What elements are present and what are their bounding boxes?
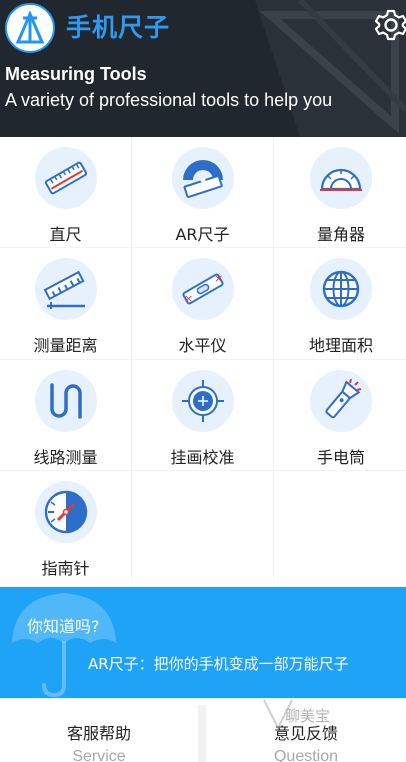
tool-label: 直尺 bbox=[49, 225, 82, 244]
tool-geo-area[interactable]: 地理面积 bbox=[274, 248, 406, 359]
service-label: 客服帮助 bbox=[66, 724, 131, 743]
tool-label: AR尺子 bbox=[175, 225, 230, 244]
bottom-bar: 客服帮助 Service 意见反馈 Question bbox=[0, 705, 406, 762]
tip-banner[interactable]: 你知道吗? AR尺子：把你的手机变成一部万能尺子 bbox=[0, 587, 406, 698]
feedback-label: 意见反馈 bbox=[273, 724, 338, 743]
tool-picture-calibration[interactable]: 挂画校准 bbox=[132, 360, 273, 470]
protractor-icon bbox=[320, 168, 362, 191]
settings-button[interactable] bbox=[374, 8, 406, 42]
tools-grid: 直尺 AR尺子 量角器 测量距离 × × 水平仪 地理面积 线路测量 挂画校准 … bbox=[0, 137, 406, 583]
service-help-button[interactable]: 客服帮助 Service bbox=[0, 705, 198, 762]
tool-label: 指南针 bbox=[41, 559, 90, 578]
tool-label: 量角器 bbox=[316, 225, 365, 244]
service-sublabel: Service bbox=[72, 748, 126, 762]
tool-label: 手电筒 bbox=[316, 448, 365, 467]
feedback-sublabel: Question bbox=[273, 748, 339, 762]
feedback-button[interactable]: 意见反馈 Question bbox=[206, 705, 406, 762]
did-you-know-label: 你知道吗? bbox=[27, 617, 100, 636]
app-logo bbox=[5, 3, 55, 53]
tool-label: 地理面积 bbox=[308, 336, 373, 355]
tool-label: 测量距离 bbox=[33, 336, 98, 355]
distance-measure-icon bbox=[43, 270, 85, 309]
ar-ruler-icon bbox=[182, 160, 223, 199]
route-icon bbox=[49, 383, 82, 419]
tool-flashlight[interactable]: 手电筒 bbox=[274, 360, 406, 470]
tool-route[interactable]: 线路测量 bbox=[0, 360, 131, 470]
tool-label: 线路测量 bbox=[33, 448, 98, 467]
flashlight-icon bbox=[325, 379, 362, 419]
app-header: 手机尺子 Measuring Tools A variety of profes… bbox=[0, 0, 406, 137]
globe-icon bbox=[322, 270, 360, 308]
tool-distance-measure[interactable]: 测量距离 bbox=[0, 248, 131, 359]
tool-compass[interactable]: 指南针 bbox=[0, 471, 131, 583]
tool-ruler[interactable]: 直尺 bbox=[0, 137, 131, 247]
crosshair-icon bbox=[181, 380, 224, 422]
level-icon: × × bbox=[181, 272, 224, 305]
tool-protractor[interactable]: 量角器 bbox=[274, 137, 406, 247]
svg-text:×: × bbox=[214, 272, 223, 285]
empty-cell bbox=[274, 471, 406, 583]
compass-icon bbox=[44, 490, 87, 534]
tools-heading: Measuring Tools bbox=[5, 64, 147, 84]
tool-ar-ruler[interactable]: AR尺子 bbox=[132, 137, 273, 247]
svg-text:×: × bbox=[184, 292, 193, 305]
ruler-icon bbox=[44, 161, 87, 195]
tool-level[interactable]: × × 水平仪 bbox=[132, 248, 273, 359]
gear-icon bbox=[374, 9, 406, 41]
app-title: 手机尺子 bbox=[66, 13, 171, 42]
ruler-logo-icon bbox=[15, 11, 45, 44]
tool-label: 水平仪 bbox=[178, 336, 227, 355]
umbrella-icon bbox=[12, 593, 116, 698]
tool-label: 挂画校准 bbox=[170, 448, 235, 467]
tools-subtitle: A variety of professional tools to help … bbox=[5, 90, 333, 110]
banner-tip-text: AR尺子：把你的手机变成一部万能尺子 bbox=[88, 655, 349, 673]
empty-cell bbox=[132, 471, 273, 583]
